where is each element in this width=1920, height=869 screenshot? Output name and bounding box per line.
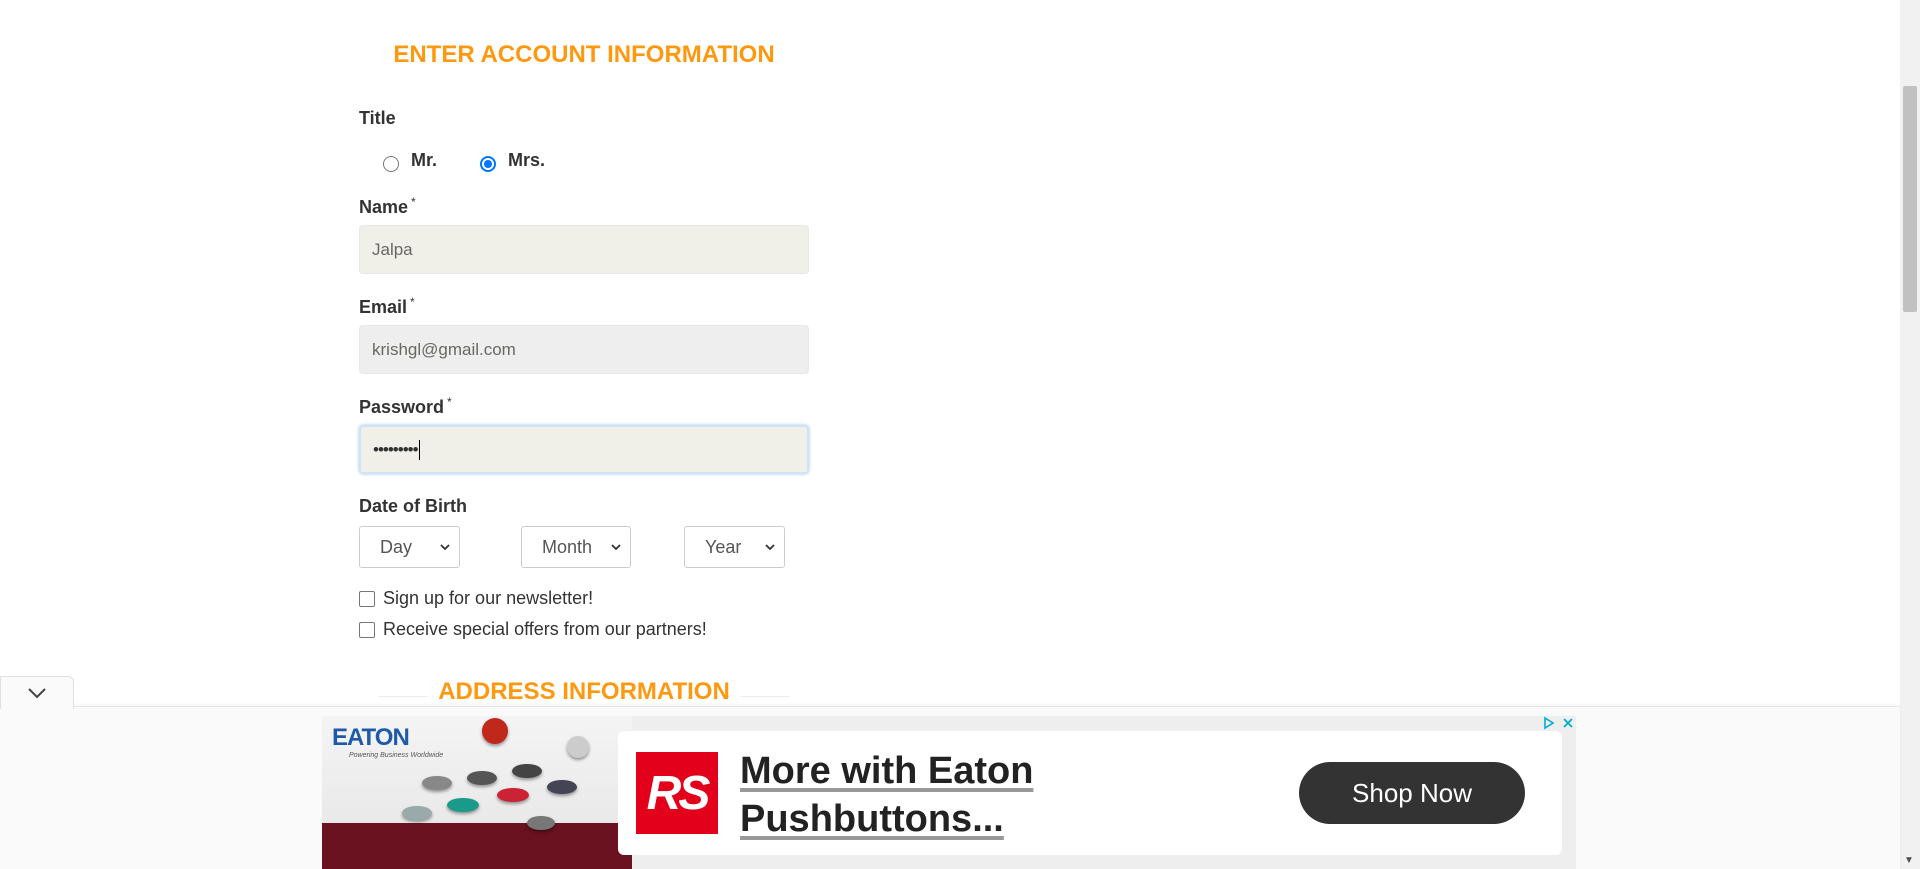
eaton-logo: EATON	[332, 724, 410, 751]
shop-now-button[interactable]: Shop Now	[1299, 762, 1525, 824]
address-info-section: ADDRESS INFORMATION	[359, 678, 809, 708]
password-value: •••••••••	[373, 439, 419, 459]
ad-collapse-button[interactable]	[0, 676, 74, 709]
pushbutton-icon	[567, 736, 589, 758]
dob-year-value: Year	[705, 536, 742, 557]
dob-label: Date of Birth	[359, 496, 467, 516]
title-mr-radio[interactable]: Mr.	[383, 150, 438, 172]
ad-content-card[interactable]: RS More with Eaton Pushbuttons... Shop N…	[618, 731, 1562, 855]
ad-headline-line2: Pushbuttons...	[740, 798, 1004, 840]
rs-logo: RS	[636, 752, 718, 834]
dob-month-value: Month	[542, 536, 593, 557]
offers-option[interactable]: Receive special offers from our partners…	[359, 619, 707, 640]
pushbutton-icon	[512, 764, 542, 778]
email-input[interactable]: krishgl@gmail.com	[359, 325, 809, 374]
dob-month-select[interactable]: Month	[521, 526, 631, 568]
signup-page: ENTER ACCOUNT INFORMATION Title Mr. Mrs.…	[0, 0, 1920, 869]
email-label: Email *	[359, 295, 415, 318]
title-label: Title	[359, 108, 396, 128]
password-label: Password *	[359, 395, 452, 418]
password-input[interactable]: •••••••••	[359, 425, 809, 474]
scroll-down-arrow-icon[interactable]: ▼	[1904, 855, 1914, 866]
text-caret	[418, 439, 420, 460]
newsletter-label: Sign up for our newsletter!	[383, 588, 594, 608]
radio-unchecked-icon[interactable]	[383, 155, 399, 172]
offers-checkbox[interactable]	[359, 621, 375, 638]
pushbutton-icon	[402, 806, 432, 820]
required-marker: *	[410, 295, 415, 309]
dob-day-value: Day	[380, 536, 413, 557]
eaton-tagline: Powering Business Worldwide	[349, 752, 444, 759]
required-marker: *	[411, 195, 416, 209]
red-pushbutton-icon	[482, 718, 508, 744]
advertisement[interactable]: EATON Powering Business Worldwide RS Mor…	[322, 716, 1576, 869]
dob-year-select[interactable]: Year	[684, 526, 785, 568]
ad-choices-controls	[1542, 716, 1574, 730]
name-label-text: Name	[359, 197, 409, 217]
email-label-text: Email	[359, 297, 408, 317]
name-value: Jalpa	[372, 239, 413, 259]
adchoices-play-icon[interactable]	[1542, 716, 1556, 730]
close-icon[interactable]	[1562, 717, 1574, 729]
chevron-down-icon	[440, 544, 450, 551]
address-info-heading-text: ADDRESS INFORMATION	[428, 678, 740, 705]
radio-checked-icon[interactable]	[480, 155, 496, 172]
pushbutton-icon	[447, 798, 479, 812]
pushbutton-icon	[527, 816, 555, 830]
pushbutton-icon	[422, 776, 452, 790]
pushbutton-icon	[547, 780, 577, 794]
newsletter-checkbox[interactable]	[359, 590, 375, 607]
account-info-heading: ENTER ACCOUNT INFORMATION	[393, 41, 775, 68]
offers-label: Receive special offers from our partners…	[383, 619, 707, 639]
name-input[interactable]: Jalpa	[359, 225, 809, 274]
password-label-text: Password	[359, 397, 445, 417]
title-mrs-label: Mrs.	[508, 150, 546, 170]
name-label: Name *	[359, 195, 416, 218]
chevron-down-icon	[28, 688, 46, 699]
ad-headline-line1: More with Eaton	[740, 750, 1034, 792]
title-mr-label: Mr.	[411, 150, 438, 170]
scrollbar-thumb[interactable]	[1903, 86, 1917, 312]
chevron-down-icon	[765, 544, 775, 551]
newsletter-option[interactable]: Sign up for our newsletter!	[359, 588, 593, 609]
ad-headline[interactable]: More with Eaton Pushbuttons...	[740, 747, 1140, 843]
dob-day-select[interactable]: Day	[359, 526, 460, 568]
email-value: krishgl@gmail.com	[372, 339, 516, 359]
title-mrs-radio[interactable]: Mrs.	[480, 150, 546, 172]
pushbutton-icon	[497, 788, 529, 802]
chevron-down-icon	[611, 544, 621, 551]
pushbutton-icon	[467, 771, 497, 785]
ad-product-image: EATON Powering Business Worldwide	[322, 716, 632, 869]
page-scrollbar[interactable]: ▼	[1900, 0, 1920, 869]
address-info-heading: ADDRESS INFORMATION	[359, 678, 809, 706]
required-marker: *	[447, 395, 452, 409]
